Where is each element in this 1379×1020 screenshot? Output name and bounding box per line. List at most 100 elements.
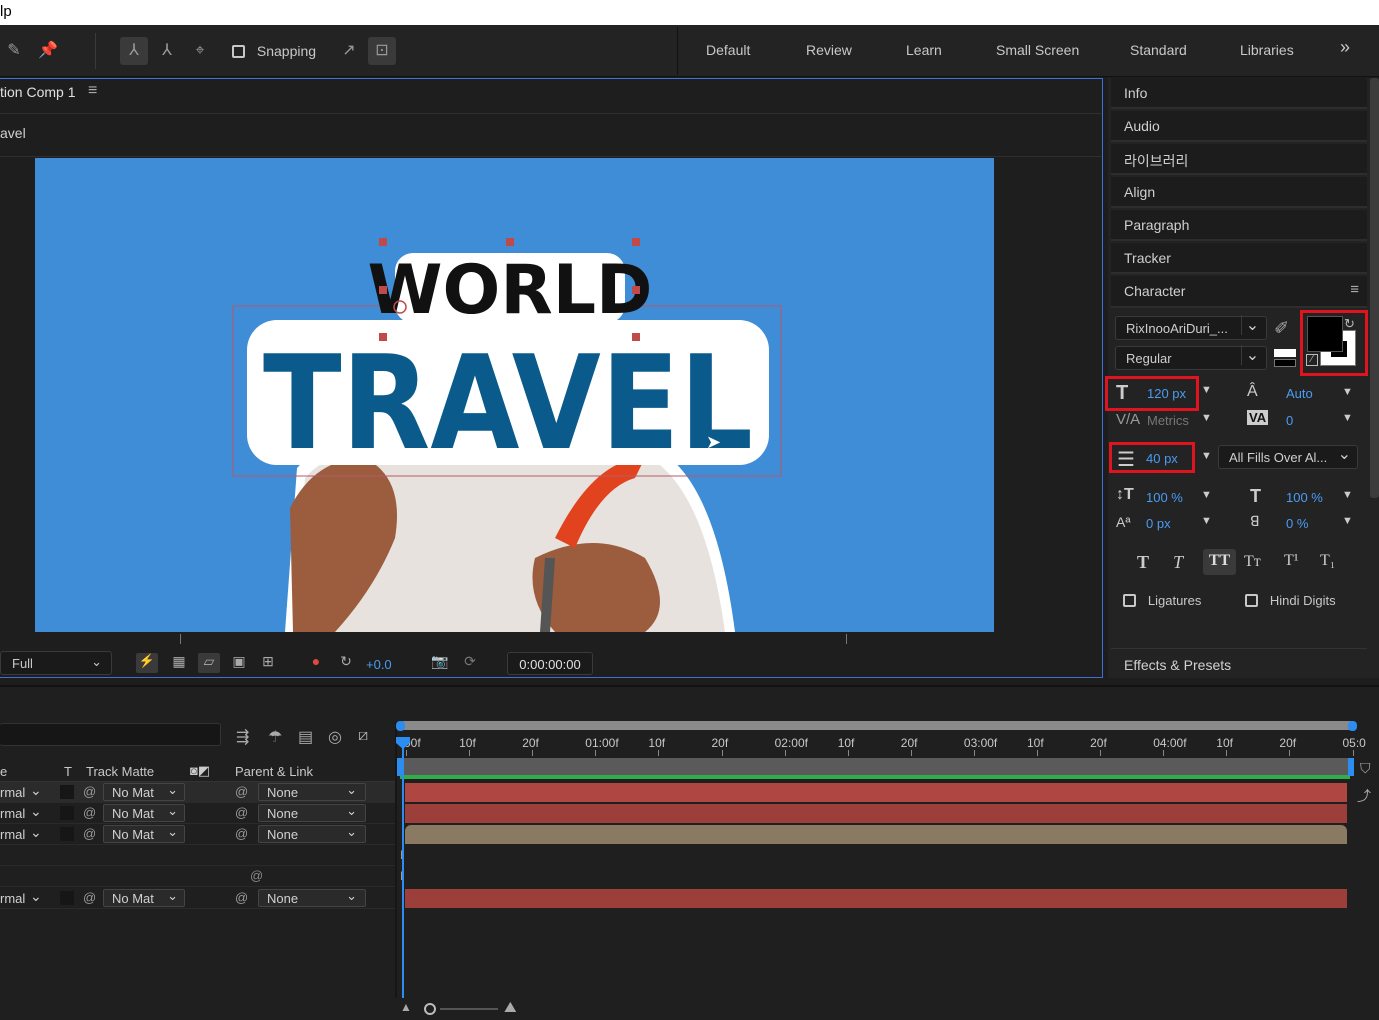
eyedropper-icon[interactable]: ✐: [1274, 318, 1289, 339]
pin-tool-icon[interactable]: 📌: [34, 37, 62, 65]
comp-tab-title[interactable]: tion Comp 1: [0, 84, 75, 100]
superscript-icon[interactable]: T¹: [1284, 552, 1299, 570]
kerning-value[interactable]: Metrics: [1147, 413, 1189, 428]
world-axis-icon[interactable]: ⅄: [153, 37, 181, 65]
motion-blur-icon[interactable]: ◎: [328, 727, 342, 747]
zoom-slider-track[interactable]: [440, 1008, 498, 1010]
caret-down-icon[interactable]: ▼: [1342, 412, 1353, 424]
panel-menu-icon[interactable]: ≡: [1350, 281, 1359, 298]
preserve-transparency-toggle[interactable]: [60, 827, 74, 841]
zoom-out-icon[interactable]: ▲: [400, 1000, 412, 1014]
baseline-shift-value[interactable]: 0 px: [1146, 516, 1171, 531]
hindi-digits-checkbox[interactable]: Hindi Digits: [1245, 591, 1336, 608]
timecode-display[interactable]: 0:00:00:00: [507, 652, 593, 675]
show-snapshot-icon[interactable]: ⟳: [460, 653, 480, 673]
brush-tool-icon[interactable]: ✎: [0, 37, 28, 65]
workspace-small-screen[interactable]: Small Screen: [996, 42, 1079, 58]
preserve-transparency-toggle[interactable]: [60, 785, 74, 799]
all-caps-icon[interactable]: TT: [1203, 549, 1236, 575]
track-matte-dropdown[interactable]: No Mat ⌄: [103, 782, 185, 801]
zoom-in-icon[interactable]: ⛰: [504, 999, 517, 1016]
comp-button-icon[interactable]: ⤴: [1357, 786, 1371, 806]
ligatures-checkbox[interactable]: Ligatures: [1123, 591, 1201, 608]
track-matte-dropdown[interactable]: No Mat ⌄: [103, 824, 185, 843]
layer-row[interactable]: rmal ⌄ @ No Mat ⌄ @ None ⌄: [0, 824, 395, 845]
panel-audio[interactable]: Audio: [1111, 111, 1367, 142]
exposure-value[interactable]: +0.0: [366, 657, 392, 672]
layer-row[interactable]: rmal ⌄ @ No Mat ⌄ @ None ⌄: [0, 803, 395, 824]
comp-flowchart-icon[interactable]: ⇶: [236, 727, 249, 747]
preserve-transparency-toggle[interactable]: [60, 891, 74, 905]
pick-whip-icon[interactable]: @: [235, 784, 248, 799]
caret-down-icon[interactable]: ▼: [1201, 515, 1212, 527]
blend-mode-value[interactable]: rmal: [0, 827, 25, 842]
playhead-line[interactable]: [402, 738, 404, 998]
frame-blending-icon[interactable]: ▤: [298, 727, 313, 747]
faux-italic-icon[interactable]: T: [1173, 552, 1183, 573]
panel-libraries[interactable]: 라이브러리: [1111, 144, 1367, 175]
subscript-icon[interactable]: T₁: [1320, 552, 1335, 570]
layer-search-input[interactable]: [0, 723, 221, 746]
workspace-standard[interactable]: Standard: [1130, 42, 1187, 58]
transparency-grid-icon[interactable]: ▦: [169, 653, 189, 673]
caret-down-icon[interactable]: ▼: [1342, 515, 1353, 527]
snapping-checkbox[interactable]: Snapping: [232, 42, 316, 59]
pick-whip-icon[interactable]: @: [235, 805, 248, 820]
effects-presets-panel[interactable]: Effects & Presets: [1124, 657, 1231, 673]
font-family-dropdown[interactable]: RixInooAriDuri_... ⌄: [1115, 315, 1267, 340]
work-area-end-handle[interactable]: [1348, 721, 1357, 731]
channel-icon[interactable]: ●: [306, 653, 326, 673]
panel-character-header[interactable]: Character ≡: [1111, 276, 1367, 308]
parent-dropdown[interactable]: None ⌄: [258, 824, 366, 843]
panel-tracker[interactable]: Tracker: [1111, 243, 1367, 274]
caret-down-icon[interactable]: ▼: [1201, 384, 1212, 396]
workspace-libraries[interactable]: Libraries: [1240, 42, 1294, 58]
local-axis-icon[interactable]: ⅄: [120, 37, 148, 65]
caret-down-icon[interactable]: ▼: [1201, 489, 1212, 501]
chevron-down-icon[interactable]: ⌄: [30, 803, 42, 820]
comp-marker-bin-icon[interactable]: ⛉: [1360, 760, 1371, 777]
chevron-down-icon[interactable]: ⌄: [30, 782, 42, 799]
mask-visibility-icon[interactable]: ▱: [198, 653, 220, 673]
workspace-default[interactable]: Default: [706, 42, 750, 58]
workspace-learn[interactable]: Learn: [906, 42, 942, 58]
no-fill-icon[interactable]: ⁄: [1306, 354, 1318, 366]
snap-features-icon[interactable]: ⊡: [368, 37, 396, 65]
small-caps-icon[interactable]: Tᴛ: [1244, 553, 1261, 571]
layer-bar-4[interactable]: [405, 889, 1347, 908]
comp-breadcrumb[interactable]: avel: [0, 125, 26, 141]
pick-whip-icon[interactable]: @: [250, 868, 263, 883]
layer-row[interactable]: rmal ⌄ @ No Mat ⌄ @ None ⌄: [0, 782, 395, 803]
layer-bar-3[interactable]: [405, 825, 1347, 844]
stroke-mode-dropdown[interactable]: All Fills Over Al... ⌄: [1218, 445, 1358, 469]
leading-value[interactable]: Auto: [1286, 386, 1313, 401]
caret-down-icon[interactable]: ▼: [1201, 412, 1212, 424]
comp-viewer-canvas[interactable]: WORLD TRAVEL: [35, 158, 994, 632]
fast-previews-icon[interactable]: ⚡: [136, 653, 158, 673]
more-workspaces-icon[interactable]: »: [1340, 37, 1350, 58]
matte-link-icon[interactable]: @: [83, 890, 96, 905]
preserve-transparency-toggle[interactable]: [60, 806, 74, 820]
layer-row-empty[interactable]: @: [0, 866, 395, 887]
vertical-scale-value[interactable]: 100 %: [1146, 490, 1183, 505]
pick-whip-icon[interactable]: @: [235, 826, 248, 841]
pick-whip-icon[interactable]: @: [235, 890, 248, 905]
fill-stroke-mini-icon[interactable]: [1274, 349, 1298, 367]
panel-paragraph[interactable]: Paragraph: [1111, 210, 1367, 241]
region-of-interest-icon[interactable]: ▣: [229, 653, 249, 673]
swap-colors-icon[interactable]: ↻: [1344, 316, 1355, 332]
tsume-value[interactable]: 0 %: [1286, 516, 1308, 531]
matte-link-icon[interactable]: @: [83, 784, 96, 799]
work-area-bar[interactable]: [400, 721, 1354, 730]
layer-row[interactable]: rmal ⌄ @ No Mat ⌄ @ None ⌄: [0, 888, 395, 909]
font-style-dropdown[interactable]: Regular ⌄: [1115, 345, 1267, 370]
horizontal-scale-value[interactable]: 100 %: [1286, 490, 1323, 505]
track-matte-dropdown[interactable]: No Mat ⌄: [103, 888, 185, 907]
caret-down-icon[interactable]: ▼: [1201, 450, 1212, 462]
tracking-value[interactable]: 0: [1286, 413, 1293, 428]
view-axis-icon[interactable]: ⌖: [186, 37, 214, 65]
graph-editor-icon[interactable]: ⧄: [358, 727, 368, 745]
work-area-start-handle[interactable]: [396, 721, 405, 731]
snapshot-camera-icon[interactable]: 📷: [430, 653, 450, 673]
blend-mode-value[interactable]: rmal: [0, 785, 25, 800]
